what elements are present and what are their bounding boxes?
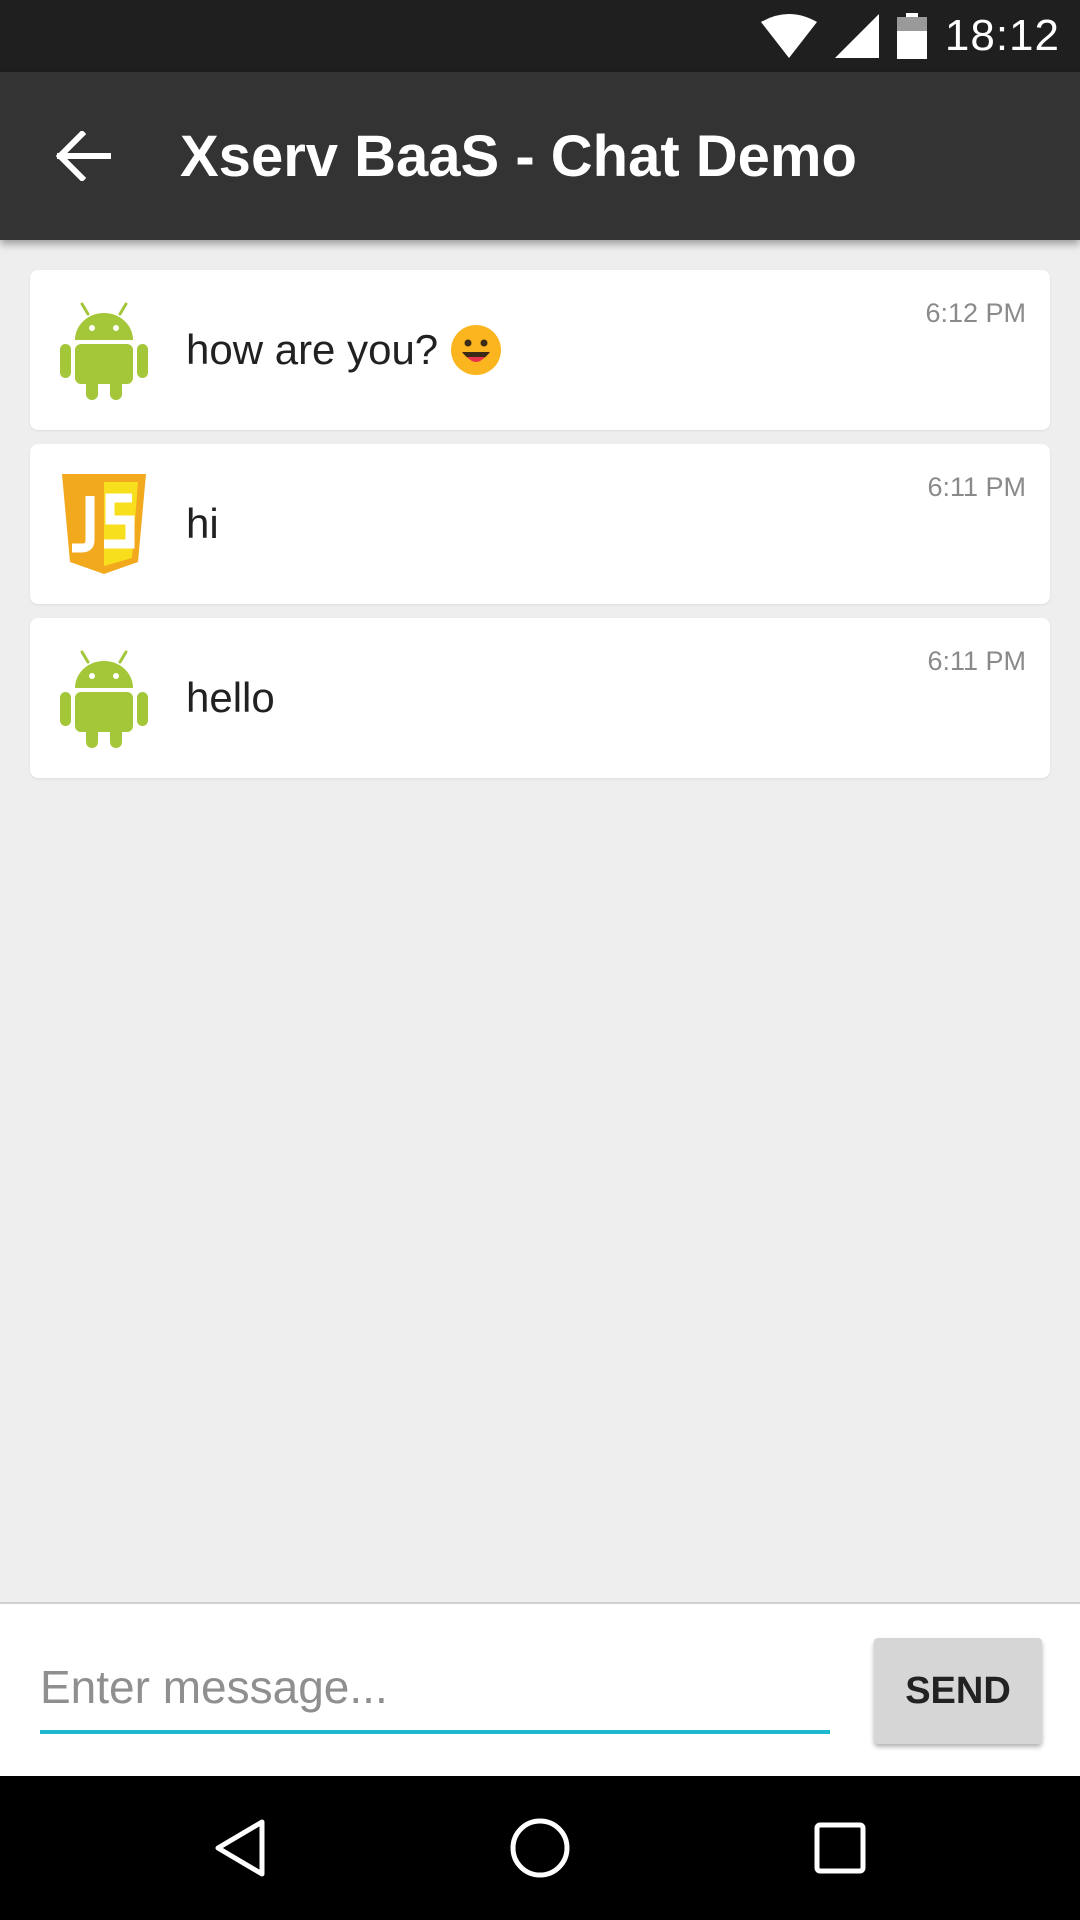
- nav-home-button[interactable]: [490, 1798, 590, 1898]
- back-button[interactable]: [40, 112, 128, 200]
- page-title: Xserv BaaS - Chat Demo: [180, 123, 857, 189]
- nav-back-button[interactable]: [190, 1798, 290, 1898]
- message-text: hello: [186, 674, 275, 721]
- message-text-row: hello: [186, 618, 275, 778]
- wifi-icon: [760, 14, 817, 58]
- message-text: hi: [186, 500, 219, 547]
- nav-recents-button[interactable]: [790, 1798, 890, 1898]
- javascript-icon: [62, 474, 146, 574]
- message-text-row: hi: [186, 444, 219, 604]
- message-item[interactable]: hello 6:11 PM: [30, 618, 1050, 778]
- message-text: how are you?: [186, 326, 439, 373]
- status-bar: 18:12: [0, 0, 1080, 72]
- home-circle-icon: [510, 1818, 570, 1878]
- message-list: how are you? 6:12 PM hi 6:11 PM hello 6:…: [30, 270, 1050, 792]
- android-icon: [60, 650, 148, 748]
- recents-square-icon: [814, 1822, 866, 1874]
- back-triangle-icon: [215, 1819, 265, 1877]
- message-text-row: how are you?: [186, 270, 502, 430]
- signal-icon: [834, 14, 879, 58]
- send-button[interactable]: SEND: [874, 1638, 1042, 1744]
- message-time: 6:11 PM: [927, 646, 1026, 676]
- battery-icon: [896, 13, 927, 59]
- smiling-face-emoji-icon: [450, 324, 502, 376]
- message-item[interactable]: how are you? 6:12 PM: [30, 270, 1050, 430]
- status-icons: 18:12: [760, 0, 1080, 72]
- message-time: 6:12 PM: [925, 298, 1026, 328]
- message-item[interactable]: hi 6:11 PM: [30, 444, 1050, 604]
- message-composer: SEND: [0, 1602, 1080, 1778]
- status-time: 18:12: [944, 11, 1060, 60]
- android-icon: [60, 302, 148, 400]
- app-bar: Xserv BaaS - Chat Demo: [0, 72, 1080, 240]
- system-nav-bar: [0, 1776, 1080, 1920]
- message-time: 6:11 PM: [927, 472, 1026, 502]
- arrow-back-icon: [56, 131, 111, 181]
- message-input[interactable]: [40, 1644, 830, 1734]
